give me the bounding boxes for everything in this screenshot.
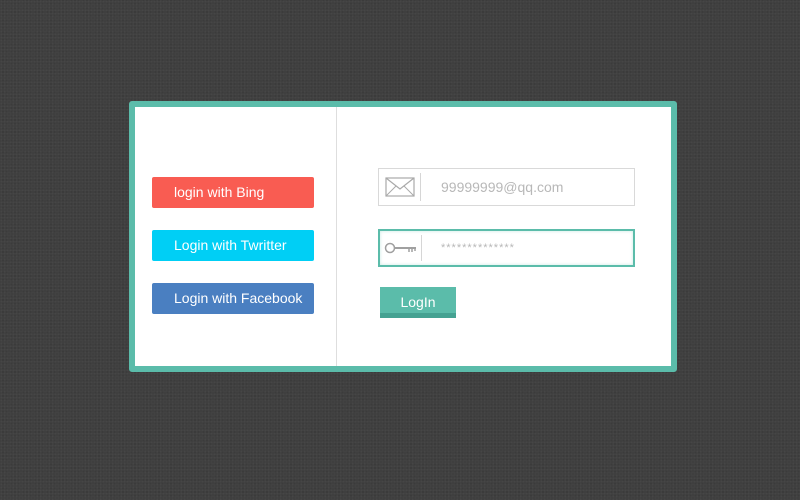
- email-field[interactable]: 99999999@qq.com: [378, 168, 635, 206]
- login-with-bing-button[interactable]: login with Bing: [152, 177, 314, 208]
- email-input-value[interactable]: 99999999@qq.com: [441, 169, 563, 205]
- login-button[interactable]: LogIn: [380, 287, 456, 318]
- panel-divider: [336, 107, 337, 366]
- login-with-twitter-button[interactable]: Login with Twritter: [152, 230, 314, 261]
- password-field-separator: [421, 235, 422, 261]
- envelope-icon: [379, 169, 421, 205]
- login-card: login with Bing Login with Twritter Logi…: [129, 101, 677, 372]
- password-input-value[interactable]: **************: [441, 231, 515, 265]
- email-field-separator: [420, 173, 421, 201]
- password-field[interactable]: **************: [378, 229, 635, 267]
- key-icon: [380, 231, 422, 265]
- login-with-facebook-button[interactable]: Login with Facebook: [152, 283, 314, 314]
